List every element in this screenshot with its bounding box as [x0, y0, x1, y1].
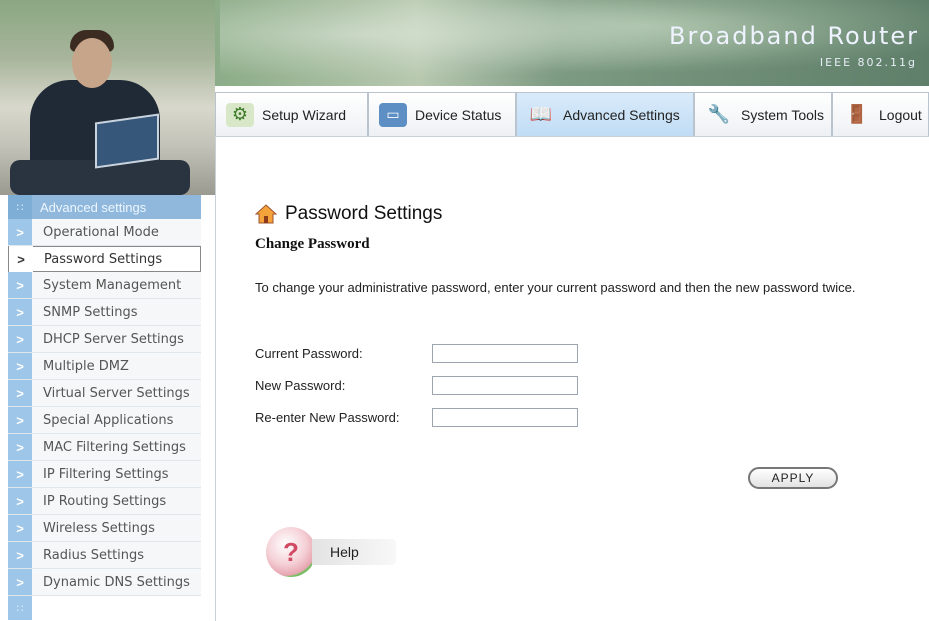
- tab-system-tools[interactable]: 🔧 System Tools: [694, 92, 832, 136]
- sidebar-item-label: IP Filtering Settings: [43, 466, 169, 482]
- sidebar-item-virtual-server-settings[interactable]: > Virtual Server Settings: [8, 380, 201, 407]
- sidebar-item-label: Virtual Server Settings: [43, 385, 190, 401]
- chevron-right-icon: >: [8, 299, 32, 325]
- current-password-field[interactable]: [432, 344, 578, 363]
- chevron-right-icon: >: [8, 515, 32, 541]
- apply-button[interactable]: APPLY: [748, 467, 838, 489]
- tab-label: Device Status: [415, 106, 502, 123]
- new-password-field[interactable]: [432, 376, 578, 395]
- sidebar-footer: ∷: [8, 596, 201, 620]
- tab-advanced-settings[interactable]: 📖 Advanced Settings: [516, 92, 694, 136]
- help-button[interactable]: ? Help: [266, 527, 396, 577]
- sidebar-item-radius-settings[interactable]: > Radius Settings: [8, 542, 201, 569]
- sidebar-item-label: SNMP Settings: [43, 304, 138, 320]
- book-icon: 📖: [529, 104, 553, 124]
- sidebar-item-label: Multiple DMZ: [43, 358, 129, 374]
- help-label: Help: [312, 539, 396, 565]
- sidebar-item-label: System Management: [43, 277, 182, 293]
- home-icon: [254, 203, 278, 225]
- sidebar-item-label: MAC Filtering Settings: [43, 439, 186, 455]
- new-password-label: New Password:: [255, 378, 346, 393]
- chevron-right-icon: >: [9, 246, 33, 272]
- photo-head: [72, 38, 112, 88]
- chevron-right-icon: >: [8, 407, 32, 433]
- header-photo: [0, 0, 215, 195]
- sidebar-item-system-management[interactable]: > System Management: [8, 272, 201, 299]
- tab-label: Advanced Settings: [563, 106, 680, 123]
- chevron-right-icon: >: [8, 461, 32, 487]
- tab-label: Setup Wizard: [262, 106, 347, 123]
- photo-laptop: [95, 113, 159, 169]
- chevron-right-icon: >: [8, 488, 32, 514]
- sidebar-item-operational-mode[interactable]: > Operational Mode: [8, 219, 201, 246]
- tab-setup-wizard[interactable]: ⚙ Setup Wizard: [215, 92, 368, 136]
- sidebar-heading-label: Advanced settings: [40, 199, 147, 215]
- tab-logout[interactable]: 🚪 Logout: [832, 92, 929, 136]
- sidebar-item-label: Operational Mode: [43, 224, 159, 240]
- brand-subtitle: IEEE 802.11g: [819, 56, 917, 69]
- tab-label: System Tools: [741, 106, 824, 123]
- sidebar-item-special-applications[interactable]: > Special Applications: [8, 407, 201, 434]
- tab-device-status[interactable]: ▭ Device Status: [368, 92, 516, 136]
- reenter-password-label: Re-enter New Password:: [255, 410, 400, 425]
- current-password-label: Current Password:: [255, 346, 363, 361]
- sidebar-item-label: Dynamic DNS Settings: [43, 574, 190, 590]
- page-title: Password Settings: [254, 203, 443, 225]
- sidebar-item-label: Wireless Settings: [43, 520, 155, 536]
- help-icon: ?: [266, 527, 316, 577]
- chevron-right-icon: >: [8, 380, 32, 406]
- section-description: To change your administrative password, …: [255, 280, 856, 295]
- sidebar-item-label: IP Routing Settings: [43, 493, 167, 509]
- sidebar-heading: ∷ Advanced settings: [8, 195, 201, 219]
- main-tabs: ⚙ Setup Wizard ▭ Device Status 📖 Advance…: [215, 92, 929, 136]
- sidebar-item-ip-routing-settings[interactable]: > IP Routing Settings: [8, 488, 201, 515]
- chevron-right-icon: >: [8, 542, 32, 568]
- tools-icon: 🔧: [707, 104, 731, 124]
- chevron-right-icon: >: [8, 219, 32, 245]
- sidebar-item-snmp-settings[interactable]: > SNMP Settings: [8, 299, 201, 326]
- sidebar-item-mac-filtering-settings[interactable]: > MAC Filtering Settings: [8, 434, 201, 461]
- grip-icon: ∷: [8, 596, 32, 620]
- brand-title: Broadband Router: [669, 22, 919, 50]
- sidebar-item-multiple-dmz[interactable]: > Multiple DMZ: [8, 353, 201, 380]
- logout-icon: 🚪: [845, 104, 869, 124]
- section-subtitle: Change Password: [255, 236, 370, 252]
- chevron-right-icon: >: [8, 353, 32, 379]
- chevron-right-icon: >: [8, 434, 32, 460]
- reenter-password-field[interactable]: [432, 408, 578, 427]
- tab-label: Logout: [879, 106, 922, 123]
- sidebar: ∷ Advanced settings > Operational Mode > P…: [8, 195, 201, 620]
- sidebar-item-wireless-settings[interactable]: > Wireless Settings: [8, 515, 201, 542]
- setup-wizard-icon: ⚙: [226, 102, 254, 127]
- sidebar-item-ip-filtering-settings[interactable]: > IP Filtering Settings: [8, 461, 201, 488]
- chevron-right-icon: >: [8, 569, 32, 595]
- sidebar-item-dynamic-dns-settings[interactable]: > Dynamic DNS Settings: [8, 569, 201, 596]
- sidebar-item-password-settings[interactable]: > Password Settings: [8, 246, 201, 272]
- sidebar-item-dhcp-server-settings[interactable]: > DHCP Server Settings: [8, 326, 201, 353]
- monitor-icon: ▭: [379, 102, 407, 127]
- sidebar-item-label: Radius Settings: [43, 547, 145, 563]
- chevron-right-icon: >: [8, 326, 32, 352]
- sidebar-item-label: Password Settings: [44, 251, 163, 267]
- page-title-text: Password Settings: [285, 203, 443, 224]
- chevron-right-icon: >: [8, 272, 32, 298]
- sidebar-item-label: DHCP Server Settings: [43, 331, 184, 347]
- grip-icon: ∷: [8, 195, 32, 219]
- sidebar-item-label: Special Applications: [43, 412, 174, 428]
